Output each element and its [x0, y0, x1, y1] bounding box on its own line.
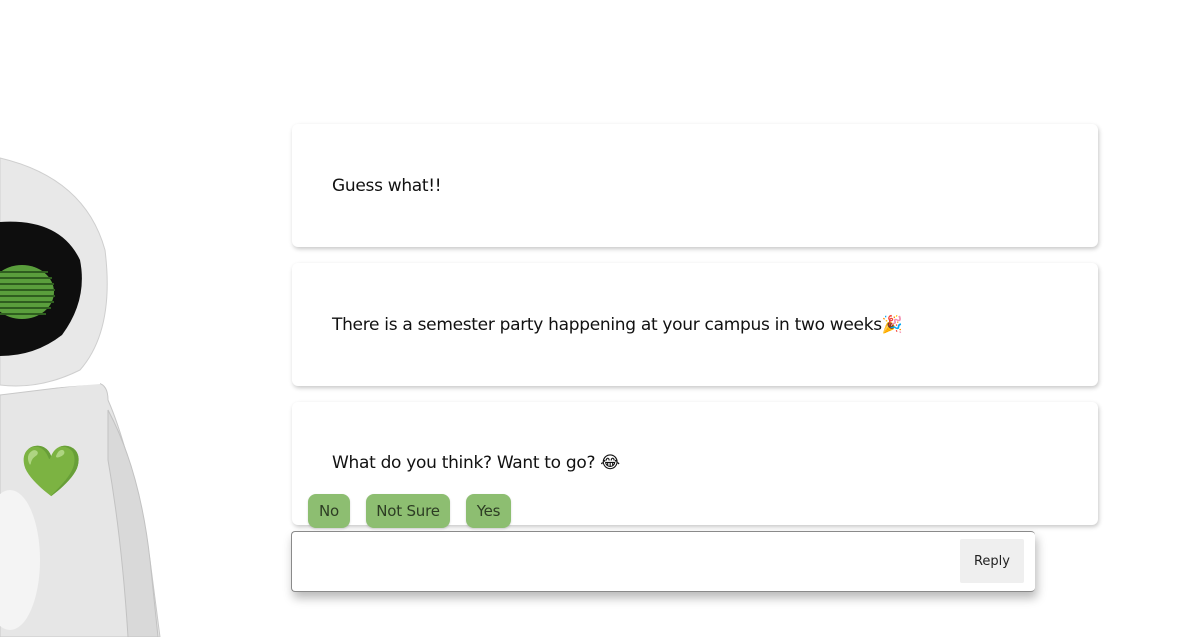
chat-page: 💚 Guess what!! There is a semester party… — [0, 0, 1204, 637]
quick-reply-yes-button[interactable]: Yes — [466, 494, 511, 528]
reply-button[interactable]: Reply — [960, 539, 1024, 583]
message-text: There is a semester party happening at y… — [332, 315, 903, 335]
chat-message: Guess what!! — [292, 124, 1098, 247]
quick-reply-not-sure-button[interactable]: Not Sure — [366, 494, 450, 528]
reply-bar: Reply — [291, 531, 1035, 592]
message-text: Guess what!! — [332, 176, 442, 196]
reply-input[interactable] — [300, 540, 944, 586]
quick-reply-no-button[interactable]: No — [308, 494, 350, 528]
heart-icon: 💚 — [20, 442, 83, 500]
message-text: What do you think? Want to go? 😂 — [332, 453, 620, 473]
robot-avatar — [0, 157, 161, 637]
chat-message: There is a semester party happening at y… — [292, 263, 1098, 386]
